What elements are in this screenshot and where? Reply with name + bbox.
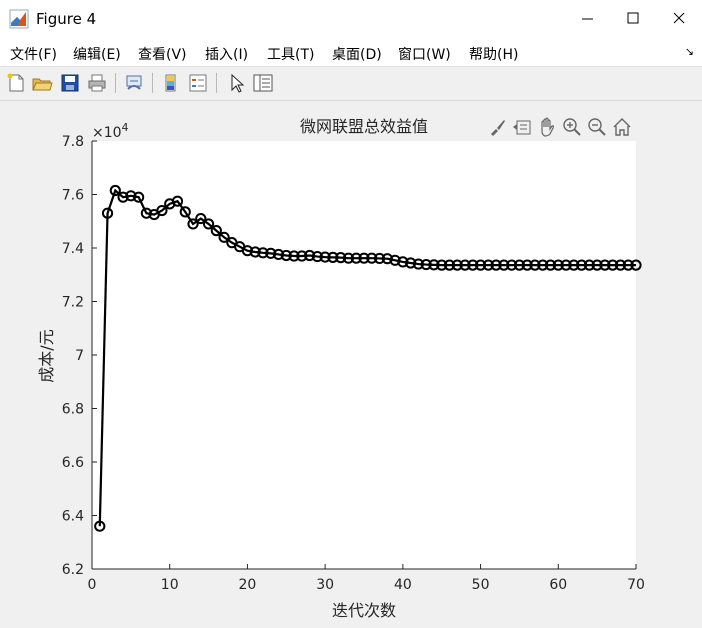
y-tick-label: 7.4: [62, 241, 84, 257]
x-tick-label: 30: [316, 577, 334, 593]
data-tips-icon[interactable]: [512, 116, 532, 138]
y-tick-label: 7: [75, 348, 84, 364]
zoom-in-icon[interactable]: [562, 116, 582, 138]
y-tick-label: 7.8: [62, 134, 84, 150]
y-tick-label: 6.4: [62, 509, 84, 525]
brush-icon[interactable]: [487, 116, 507, 138]
x-tick-label: 20: [239, 577, 257, 593]
x-axis-label: 迭代次数: [332, 601, 396, 620]
home-icon[interactable]: [612, 116, 632, 138]
y-tick-label: 7.6: [62, 188, 84, 204]
x-tick-label: 10: [161, 577, 179, 593]
x-tick-label: 50: [472, 577, 490, 593]
y-axis-label: 成本/元: [37, 329, 56, 382]
y-tick-label: 6.8: [62, 402, 84, 418]
chart-title: 微网联盟总效益值: [300, 117, 428, 136]
y-tick-label: 6.2: [62, 562, 84, 578]
zoom-out-icon[interactable]: [587, 116, 607, 138]
y-tick-label: 7.2: [62, 295, 84, 311]
x-tick-label: 70: [627, 577, 645, 593]
x-tick-label: 40: [394, 577, 412, 593]
pan-icon[interactable]: [537, 116, 557, 138]
x-tick-label: 60: [549, 577, 567, 593]
plot-axes[interactable]: 0 10 20 30 40 50 60 70 6.2 6.4 6.6 6.8 7 7.2 7.4 7.6 7.8…: [0, 0, 702, 628]
y-exponent-label: ×104: [92, 121, 129, 141]
x-tick-label: 0: [88, 577, 97, 593]
y-tick-label: 6.6: [62, 455, 84, 471]
